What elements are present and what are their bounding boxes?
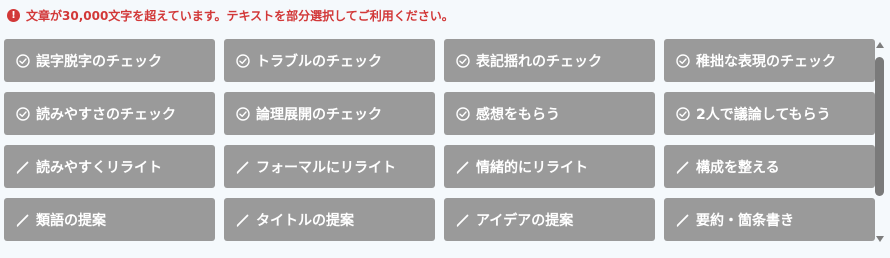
check-typos-button[interactable]: 誤字脱字のチェック — [4, 39, 215, 82]
vertical-scrollbar[interactable] — [874, 39, 886, 245]
check-readability-button[interactable]: 読みやすさのチェック — [4, 92, 215, 135]
check-circle-icon — [16, 53, 30, 68]
check-notation-variance-button[interactable]: 表記揺れのチェック — [444, 39, 655, 82]
pen-icon — [236, 213, 250, 227]
pen-icon — [16, 213, 30, 227]
pen-icon — [16, 160, 30, 174]
check-logic-flow-button[interactable]: 論理展開のチェック — [224, 92, 435, 135]
check-circle-icon — [236, 106, 250, 121]
action-button-grid: 誤字脱字のチェック トラブルのチェック 表記揺れのチェック 稚拙な表現のチェック… — [4, 39, 875, 241]
button-label: 感想をもらう — [476, 106, 560, 123]
rewrite-readable-button[interactable]: 読みやすくリライト — [4, 145, 215, 188]
button-label: フォーマルにリライト — [256, 159, 396, 176]
pen-icon — [456, 160, 470, 174]
scroll-up-arrow-icon[interactable] — [876, 42, 884, 48]
pen-icon — [676, 160, 690, 174]
button-label: 情緒的にリライト — [476, 159, 588, 176]
restructure-button[interactable]: 構成を整える — [664, 145, 875, 188]
exclamation-icon: ! — [7, 8, 20, 22]
button-label: 読みやすさのチェック — [36, 106, 176, 123]
pen-icon — [456, 213, 470, 227]
button-label: 要約・箇条書き — [696, 212, 794, 229]
check-circle-icon — [676, 53, 690, 68]
scrollbar-thumb[interactable] — [875, 57, 884, 196]
button-label: 稚拙な表現のチェック — [696, 53, 836, 70]
suggest-ideas-button[interactable]: アイデアの提案 — [444, 198, 655, 241]
warning-text: 文章が30,000文字を超えています。テキストを部分選択してご利用ください。 — [26, 8, 454, 23]
button-label: 読みやすくリライト — [36, 159, 162, 176]
warning-message: ! 文章が30,000文字を超えています。テキストを部分選択してご利用ください。 — [7, 6, 454, 24]
two-person-discussion-button[interactable]: 2人で議論してもらう — [664, 92, 875, 135]
rewrite-formal-button[interactable]: フォーマルにリライト — [224, 145, 435, 188]
check-trouble-button[interactable]: トラブルのチェック — [224, 39, 435, 82]
button-label: トラブルのチェック — [256, 53, 382, 70]
pen-icon — [236, 160, 250, 174]
summarize-bullets-button[interactable]: 要約・箇条書き — [664, 198, 875, 241]
scroll-down-arrow-icon[interactable] — [876, 236, 884, 242]
suggest-synonyms-button[interactable]: 類語の提案 — [4, 198, 215, 241]
get-feedback-button[interactable]: 感想をもらう — [444, 92, 655, 135]
button-label: アイデアの提案 — [476, 212, 574, 229]
button-label: 誤字脱字のチェック — [36, 53, 162, 70]
suggest-title-button[interactable]: タイトルの提案 — [224, 198, 435, 241]
check-circle-icon — [676, 106, 690, 121]
check-circle-icon — [456, 53, 470, 68]
button-label: 2人で議論してもらう — [696, 106, 831, 123]
button-label: 表記揺れのチェック — [476, 53, 602, 70]
button-label: 構成を整える — [696, 159, 780, 176]
check-circle-icon — [236, 53, 250, 68]
pen-icon — [676, 213, 690, 227]
check-immature-expression-button[interactable]: 稚拙な表現のチェック — [664, 39, 875, 82]
rewrite-emotional-button[interactable]: 情緒的にリライト — [444, 145, 655, 188]
button-label: 類語の提案 — [36, 212, 106, 229]
check-circle-icon — [16, 106, 30, 121]
check-circle-icon — [456, 106, 470, 121]
button-label: タイトルの提案 — [256, 212, 354, 229]
button-label: 論理展開のチェック — [256, 106, 382, 123]
